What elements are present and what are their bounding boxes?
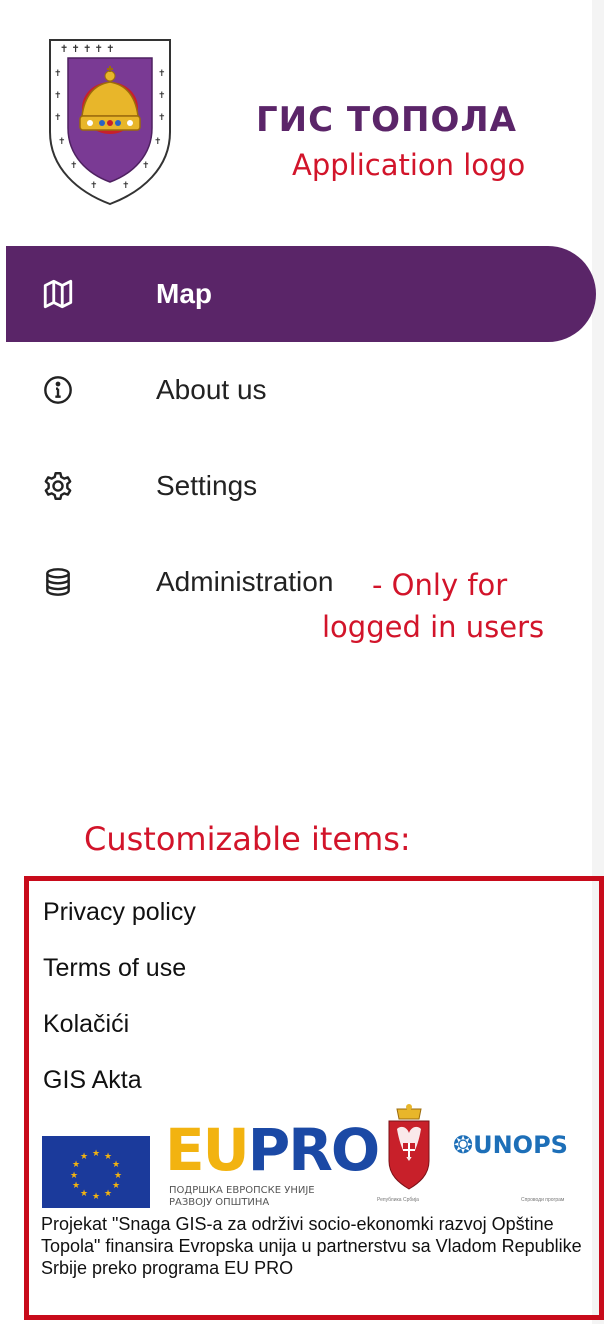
nav-label-about-us: About us [156, 374, 267, 405]
topola-crest-logo: ✝ ✝ ✝ ✝ ✝ ✝ ✝ ✝ ✝ ✝ ✝ ✝ ✝ ✝ ✝ ✝ ✝ [46, 36, 174, 208]
terms-of-use-link[interactable]: Terms of use [43, 954, 186, 983]
svg-text:✝: ✝ [122, 181, 130, 191]
nav-item-settings[interactable]: Settings [6, 438, 596, 534]
svg-text:✝: ✝ [154, 137, 162, 147]
privacy-policy-link[interactable]: Privacy policy [43, 898, 196, 927]
svg-text:✝: ✝ [54, 113, 62, 123]
cookies-link[interactable]: Kolačići [43, 1010, 129, 1039]
nav-label-administration: Administration [156, 566, 334, 597]
svg-text:✝ ✝ ✝ ✝ ✝: ✝ ✝ ✝ ✝ ✝ [60, 44, 115, 55]
svg-text:✝: ✝ [70, 161, 78, 171]
nav-label-map: Map [156, 278, 212, 309]
svg-text:✝: ✝ [142, 161, 150, 171]
nav-item-map[interactable]: Map [6, 246, 596, 342]
unops-caption: Спроводи програм [521, 1197, 565, 1203]
svg-text:★: ★ [104, 1152, 112, 1162]
gear-icon [38, 466, 78, 506]
svg-text:✝: ✝ [158, 69, 166, 79]
admin-annotation-line2: logged in users [322, 610, 545, 644]
svg-text:★: ★ [114, 1171, 122, 1181]
app-title: ГИС ТОПОЛА [256, 100, 517, 140]
nav-item-about-us[interactable]: About us [6, 342, 596, 438]
svg-text:✝: ✝ [54, 91, 62, 101]
svg-text:★: ★ [70, 1171, 78, 1181]
svg-text:★: ★ [112, 1181, 120, 1191]
svg-text:✝: ✝ [158, 113, 166, 123]
info-icon [38, 370, 78, 410]
gis-akta-link[interactable]: GIS Akta [43, 1066, 142, 1095]
funding-statement: Projekat "Snaga GIS-a za održivi socio-e… [41, 1214, 582, 1278]
un-emblem-icon: ❂ [453, 1131, 474, 1159]
logo-annotation: Application logo [292, 148, 526, 182]
sponsor-logos: ★ ★ ★ ★ ★ ★ ★ ★ ★ ★ ★ ★ EUPRO ПОДРШКА ЕВРОПСКЕ УН… [29, 1103, 599, 1213]
svg-text:★: ★ [104, 1189, 112, 1199]
serbia-coat-of-arms-logo [379, 1103, 439, 1193]
svg-text:★: ★ [72, 1160, 80, 1170]
svg-text:★: ★ [80, 1152, 88, 1162]
map-icon [38, 274, 78, 314]
svg-text:✝: ✝ [58, 137, 66, 147]
customizable-items-box: Privacy policy Terms of use Kolačići GIS… [24, 876, 604, 1320]
svg-text:✝: ✝ [90, 181, 98, 191]
serbia-caption: Република Србија [377, 1197, 419, 1203]
customizable-annotation: Customizable items: [84, 820, 411, 858]
svg-text:★: ★ [80, 1189, 88, 1199]
admin-annotation-line1: - Only for [372, 568, 508, 602]
database-icon [38, 562, 78, 602]
svg-text:★: ★ [92, 1149, 100, 1159]
svg-text:★: ★ [72, 1181, 80, 1191]
svg-text:★: ★ [112, 1160, 120, 1170]
eupro-logo: EUPRO [165, 1116, 380, 1184]
nav-label-settings: Settings [156, 470, 258, 501]
svg-text:★: ★ [92, 1192, 100, 1202]
eu-flag-logo: ★ ★ ★ ★ ★ ★ ★ ★ ★ ★ ★ ★ [42, 1136, 150, 1208]
unops-logo: ❂UNOPS [453, 1131, 568, 1159]
svg-text:✝: ✝ [54, 69, 62, 79]
svg-text:✝: ✝ [158, 91, 166, 101]
eupro-subtitle: ПОДРШКА ЕВРОПСКЕ УНИЈЕ РАЗВОЈУ ОПШТИНА [169, 1185, 315, 1208]
